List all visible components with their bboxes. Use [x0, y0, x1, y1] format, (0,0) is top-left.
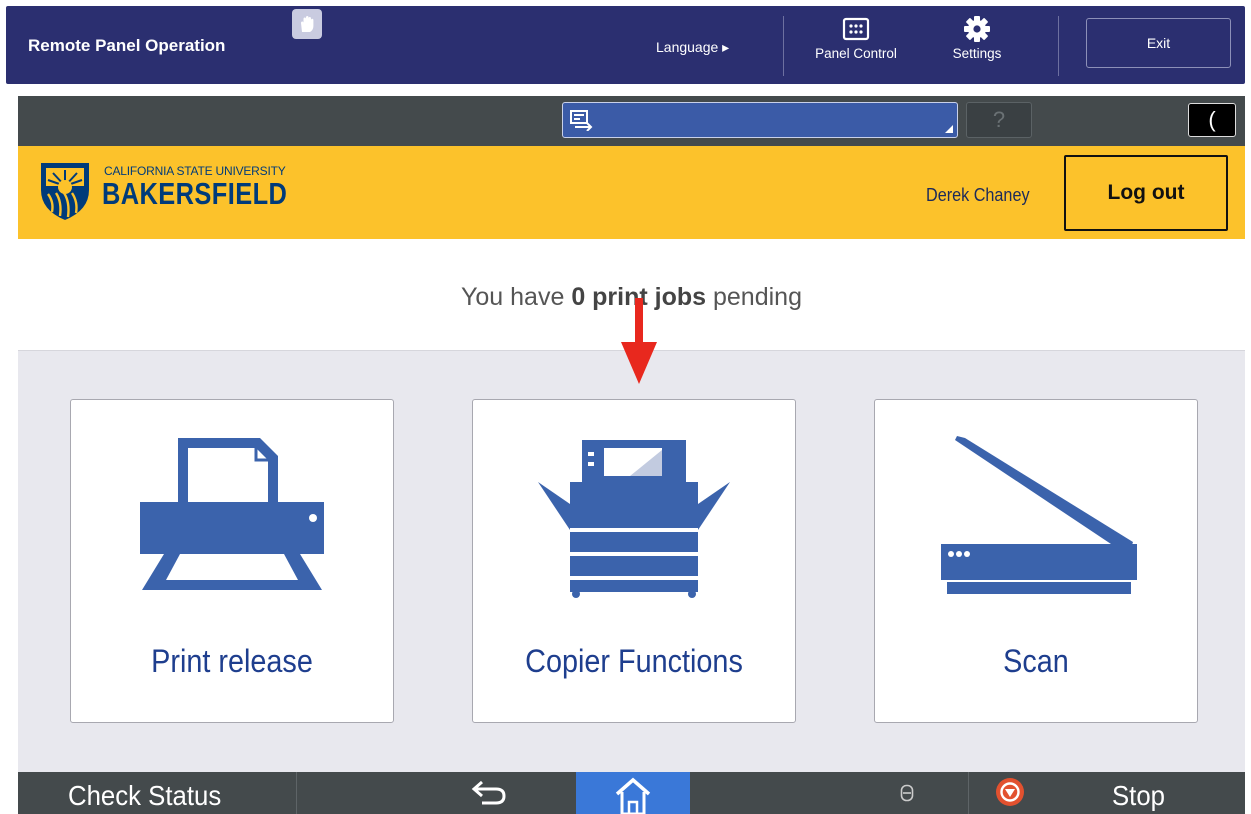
- device-panel: ? ( CALIFORNIA STATE UNIVERSITY BAKERSFI…: [18, 96, 1245, 814]
- screen-switch-icon: [570, 110, 593, 131]
- printer-icon: [71, 430, 393, 600]
- pending-suffix: pending: [706, 283, 802, 311]
- panel-control-button[interactable]: Panel Control: [811, 12, 901, 61]
- stop-icon[interactable]: [994, 776, 1026, 813]
- exit-label: Exit: [1146, 35, 1171, 51]
- help-button[interactable]: ?: [966, 102, 1032, 138]
- copier-functions-tile[interactable]: Copier Functions: [472, 399, 796, 723]
- pending-prefix: You have: [461, 283, 572, 311]
- divider: [783, 16, 784, 76]
- check-status-button[interactable]: Check Status: [68, 780, 221, 812]
- hand-icon[interactable]: [292, 9, 322, 39]
- logout-button[interactable]: Log out: [1064, 155, 1228, 231]
- panel-control-label: Panel Control: [815, 46, 897, 61]
- brand-header: CALIFORNIA STATE UNIVERSITY BAKERSFIELD …: [18, 146, 1245, 239]
- settings-label: Settings: [952, 46, 1002, 61]
- user-name: Derek Chaney: [926, 185, 1030, 205]
- logout-label: Log out: [1107, 181, 1185, 204]
- campus-name: BAKERSFIELD: [102, 176, 288, 211]
- moon-icon: (: [1208, 107, 1216, 132]
- language-button[interactable]: Language ▸: [656, 39, 729, 56]
- divider: [1058, 16, 1059, 76]
- keypad-icon: [811, 12, 901, 46]
- home-icon: [615, 777, 651, 814]
- csub-shield-logo: [41, 163, 89, 220]
- back-button[interactable]: [470, 778, 510, 813]
- stop-button[interactable]: Stop: [1112, 780, 1165, 812]
- red-arrow-annotation: [621, 298, 657, 384]
- help-label: ?: [992, 107, 1006, 132]
- remote-panel-header: Remote Panel Operation Language ▸ Panel …: [6, 6, 1245, 84]
- copier-functions-label: Copier Functions: [525, 643, 743, 679]
- app-title: Remote Panel Operation: [28, 36, 226, 55]
- scan-tile[interactable]: Scan: [874, 399, 1198, 723]
- print-release-label: Print release: [151, 643, 313, 679]
- energy-saver-button[interactable]: (: [1188, 103, 1236, 137]
- divider: [296, 772, 297, 814]
- job-list-dropdown[interactable]: [562, 102, 958, 138]
- back-arrow-icon: [471, 780, 506, 805]
- data-in-icon: [900, 784, 914, 807]
- print-release-tile[interactable]: Print release: [70, 399, 394, 723]
- exit-button[interactable]: Exit: [1086, 18, 1231, 68]
- settings-button[interactable]: Settings: [939, 12, 1015, 61]
- bottom-navigation-bar: Check Status Stop: [18, 772, 1245, 814]
- scanner-icon: [875, 430, 1197, 610]
- scan-label: Scan: [1003, 643, 1069, 679]
- system-status-bar: ? (: [18, 96, 1245, 146]
- gear-icon: [939, 12, 1015, 46]
- divider: [968, 772, 969, 814]
- dropdown-corner-icon: [945, 125, 953, 133]
- home-button[interactable]: [576, 772, 690, 814]
- copier-icon: [473, 430, 795, 610]
